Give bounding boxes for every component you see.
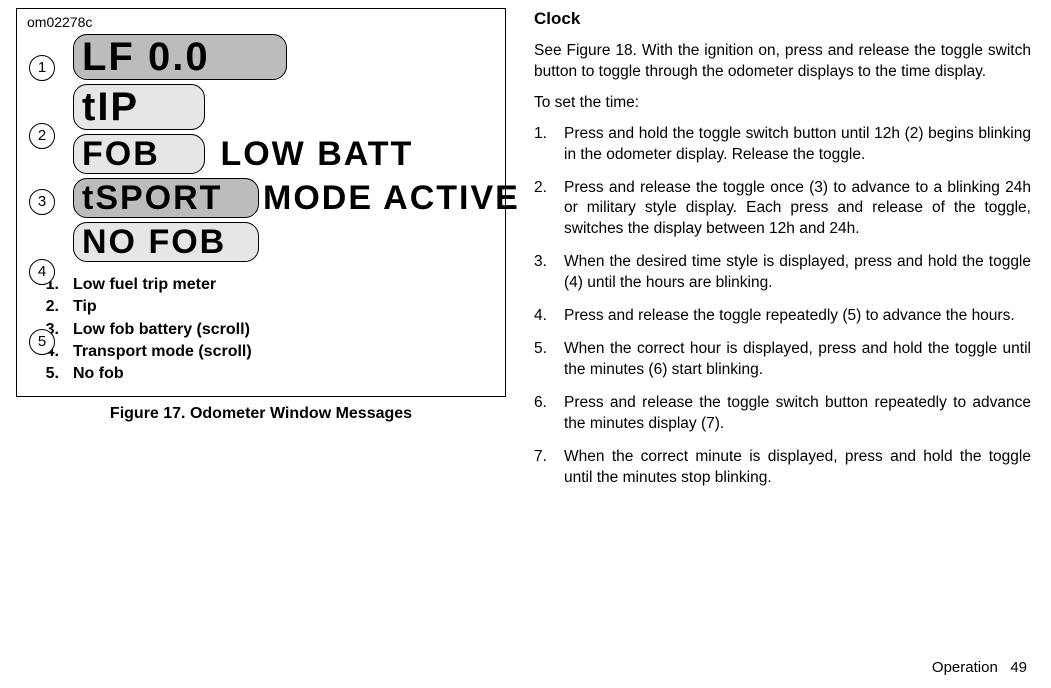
legend-text: Tip [73, 296, 97, 318]
step-text: Press and release the toggle repeatedly … [564, 306, 1031, 327]
lcd-box-1: LF 0.0 [73, 34, 287, 80]
step-item: Press and release the toggle repeatedly … [534, 306, 1031, 327]
steps-list: Press and hold the toggle switch button … [534, 124, 1031, 489]
lcd-side-text: LOW BATT [209, 137, 413, 171]
step-text: Press and hold the toggle switch button … [564, 124, 1031, 166]
lcd-row-2: tIP [73, 84, 495, 130]
lcd-side-text: MODE ACTIVE [263, 181, 520, 215]
step-text: Press and release the toggle once (3) to… [564, 178, 1031, 241]
legend-item: 3.Low fob battery (scroll) [39, 319, 495, 341]
lcd-row-1: LF 0.0 [73, 34, 495, 80]
lcd-box-text: tSPORT [82, 181, 222, 215]
step-item: Press and release the toggle switch butt… [534, 393, 1031, 435]
step-item: When the desired time style is displayed… [534, 252, 1031, 294]
lcd-box-text: LF 0.0 [82, 37, 210, 77]
lcd-box-text: NO FOB [82, 225, 226, 259]
figure-box: om02278c LF 0.0tIPFOB LOW BATTtSPORTMODE… [16, 8, 506, 397]
callout-badge-1: 1 [29, 55, 55, 81]
lcd-box-5: NO FOB [73, 222, 259, 262]
lcd-box-3: FOB [73, 134, 205, 174]
step-text: When the correct minute is displayed, pr… [564, 447, 1031, 489]
section-heading: Clock [534, 8, 1031, 31]
legend-item: 5. No fob [39, 363, 495, 385]
legend-text: Transport mode (scroll) [73, 341, 252, 363]
figure-legend: 1.Low fuel trip meter2. Tip3.Low fob batt… [27, 274, 495, 386]
legend-item: 1.Low fuel trip meter [39, 274, 495, 296]
legend-text: Low fob battery (scroll) [73, 319, 250, 341]
callout-badge-4: 4 [29, 259, 55, 285]
lcd-row-4: tSPORTMODE ACTIVE [73, 178, 495, 218]
intro-paragraph: See Figure 18. With the ignition on, pre… [534, 41, 1031, 83]
step-item: Press and hold the toggle switch button … [534, 124, 1031, 166]
footer-section: Operation [932, 659, 998, 676]
lcd-box-4: tSPORT [73, 178, 259, 218]
page-footer: Operation 49 [932, 658, 1027, 678]
step-item: Press and release the toggle once (3) to… [534, 178, 1031, 241]
legend-text: No fob [73, 363, 124, 385]
lcd-box-text: tIP [82, 87, 139, 127]
figure-caption: Figure 17. Odometer Window Messages [16, 403, 506, 425]
legend-num: 2. [39, 296, 59, 318]
lcd-row-3: FOB LOW BATT [73, 134, 495, 174]
lcd-box-2: tIP [73, 84, 205, 130]
legend-item: 2. Tip [39, 296, 495, 318]
lcd-stack: LF 0.0tIPFOB LOW BATTtSPORTMODE ACTIVENO… [73, 34, 495, 262]
callout-badge-3: 3 [29, 189, 55, 215]
footer-page: 49 [1010, 659, 1027, 676]
step-text: When the correct hour is displayed, pres… [564, 339, 1031, 381]
legend-item: 4.Transport mode (scroll) [39, 341, 495, 363]
legend-text: Low fuel trip meter [73, 274, 216, 296]
figure-id: om02278c [27, 13, 495, 32]
step-text: When the desired time style is displayed… [564, 252, 1031, 294]
lcd-row-5: NO FOB [73, 222, 495, 262]
callout-badge-2: 2 [29, 123, 55, 149]
lcd-box-text: FOB [82, 137, 160, 171]
callout-badge-5: 5 [29, 329, 55, 355]
step-item: When the correct hour is displayed, pres… [534, 339, 1031, 381]
legend-num: 5. [39, 363, 59, 385]
lead-in: To set the time: [534, 93, 1031, 114]
step-item: When the correct minute is displayed, pr… [534, 447, 1031, 489]
step-text: Press and release the toggle switch butt… [564, 393, 1031, 435]
